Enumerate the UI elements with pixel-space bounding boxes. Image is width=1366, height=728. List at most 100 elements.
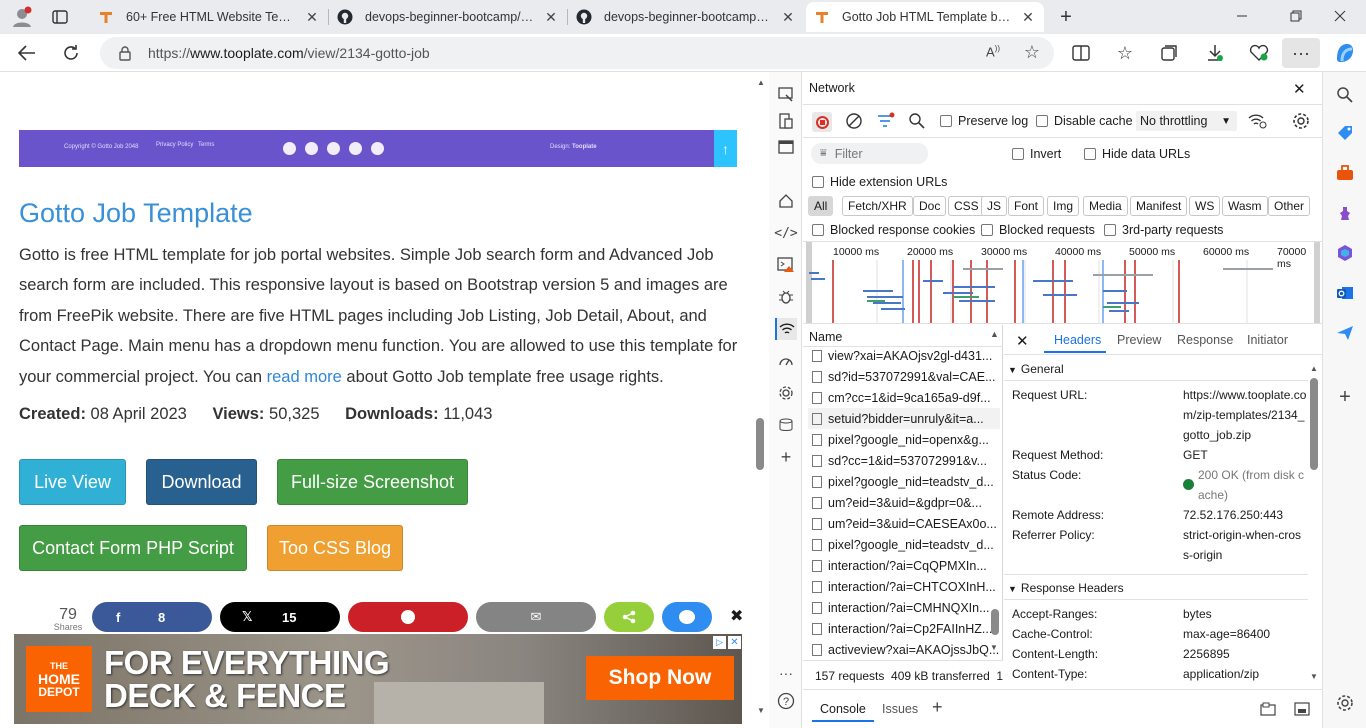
dock-drawer-icon[interactable] bbox=[1260, 702, 1276, 716]
request-row[interactable]: view?xai=AKAOjsv2gl-d431... bbox=[808, 345, 1000, 366]
sidebar-outlook-button[interactable] bbox=[1334, 282, 1356, 304]
filter-chip-js[interactable]: JS bbox=[981, 196, 1008, 216]
sidebar-search-button[interactable] bbox=[1334, 84, 1356, 106]
filter-chip-ws[interactable]: WS bbox=[1189, 196, 1221, 216]
tab-templates[interactable]: 60+ Free HTML Website Templat ✕ bbox=[90, 2, 328, 32]
lock-icon[interactable] bbox=[118, 45, 132, 61]
general-section-header[interactable]: ▼ General bbox=[1008, 362, 1064, 376]
detail-scrollbar-thumb[interactable] bbox=[1310, 378, 1318, 470]
invert-checkbox[interactable]: Invert bbox=[1012, 147, 1061, 161]
new-tab-button[interactable]: + bbox=[1054, 6, 1078, 28]
filter-chip-css[interactable]: CSS bbox=[948, 196, 985, 216]
throttling-select[interactable]: No throttling ▼ bbox=[1136, 111, 1237, 131]
downloads-button[interactable] bbox=[1204, 42, 1226, 64]
minimize-button[interactable] bbox=[1232, 6, 1252, 26]
request-row[interactable]: cm?cc=1&id=9ca165a9-d9f... bbox=[808, 387, 1000, 408]
copilot-button[interactable] bbox=[1332, 40, 1358, 66]
console-tool-icon[interactable] bbox=[775, 254, 797, 276]
scroll-down-arrow-icon[interactable]: ▼ bbox=[757, 706, 765, 715]
request-row[interactable]: sd?id=537072991&val=CAE... bbox=[808, 366, 1000, 387]
favorites-button[interactable]: ☆ bbox=[1114, 42, 1136, 64]
request-list-scrollbar[interactable]: ▼ bbox=[990, 347, 1000, 657]
sharethis-button[interactable] bbox=[604, 602, 654, 632]
close-tab-icon[interactable]: ✕ bbox=[304, 9, 320, 26]
sidebar-tools-button[interactable] bbox=[1334, 162, 1356, 184]
request-row[interactable]: pixel?google_nid=openx&g... bbox=[808, 429, 1000, 450]
contact-form-php-button[interactable]: Contact Form PHP Script bbox=[19, 525, 247, 571]
add-drawer-tab-icon[interactable]: + bbox=[932, 697, 943, 718]
refresh-button[interactable] bbox=[60, 42, 82, 64]
network-settings-button[interactable] bbox=[1292, 112, 1310, 130]
maximize-drawer-icon[interactable] bbox=[1294, 702, 1310, 716]
network-overview-timeline[interactable]: 10000 ms 20000 ms 30000 ms 40000 ms 5000… bbox=[803, 241, 1322, 324]
close-tab-icon[interactable]: ✕ bbox=[780, 9, 796, 26]
advertisement-banner[interactable]: THE HOME DEPOT FOR EVERYTHING DECK & FEN… bbox=[14, 634, 742, 724]
hide-extension-urls-checkbox[interactable]: Hide extension URLs bbox=[812, 175, 947, 189]
live-view-button[interactable]: Live View bbox=[19, 459, 126, 505]
filter-chip-all[interactable]: All bbox=[808, 196, 834, 216]
split-screen-button[interactable] bbox=[1070, 42, 1092, 64]
sidebar-add-button[interactable]: + bbox=[1334, 386, 1356, 408]
drawer-tab-console[interactable]: Console bbox=[820, 702, 866, 716]
help-icon[interactable]: ? bbox=[775, 690, 797, 712]
dock-panel-icon[interactable] bbox=[775, 136, 797, 158]
back-button[interactable] bbox=[16, 42, 38, 64]
close-detail-pane-icon[interactable]: ✕ bbox=[1016, 332, 1029, 350]
filter-chip-fetch-xhr[interactable]: Fetch/XHR bbox=[842, 196, 913, 216]
filter-input[interactable]: ⩸ Filter bbox=[811, 143, 928, 164]
adchoices-icon[interactable]: ▷ bbox=[713, 636, 726, 649]
filter-chip-media[interactable]: Media bbox=[1083, 196, 1128, 216]
filter-chip-font[interactable]: Font bbox=[1008, 196, 1045, 216]
request-row[interactable]: interaction/?ai=CMHNQXIn... bbox=[808, 597, 1000, 618]
scroll-up-arrow-icon[interactable]: ▲ bbox=[1310, 364, 1318, 373]
device-emulation-icon[interactable] bbox=[775, 110, 797, 132]
welcome-home-icon[interactable] bbox=[775, 190, 797, 212]
close-share-bar-icon[interactable]: ✖ bbox=[730, 606, 743, 626]
read-aloud-icon[interactable]: A)) bbox=[986, 44, 1000, 59]
sidebar-microsoft365-button[interactable] bbox=[1334, 242, 1356, 264]
elements-tool-icon[interactable]: </> bbox=[774, 222, 797, 244]
drawer-tab-issues[interactable]: Issues bbox=[882, 702, 918, 716]
tab-actions-button[interactable] bbox=[50, 7, 70, 27]
restore-button[interactable] bbox=[1286, 6, 1306, 26]
blocked-cookies-checkbox[interactable]: Blocked response cookies bbox=[812, 223, 975, 237]
close-tab-icon[interactable]: ✕ bbox=[543, 9, 559, 26]
application-storage-icon[interactable] bbox=[775, 414, 797, 436]
inspect-element-icon[interactable] bbox=[775, 84, 797, 106]
request-row[interactable]: interaction/?ai=CHTCOXInH... bbox=[808, 576, 1000, 597]
tab-headers[interactable]: Headers bbox=[1054, 333, 1101, 347]
third-party-checkbox[interactable]: 3rd-party requests bbox=[1104, 223, 1223, 237]
settings-gear-icon[interactable] bbox=[775, 382, 797, 404]
filter-chip-other[interactable]: Other bbox=[1268, 196, 1311, 216]
blocked-requests-checkbox[interactable]: Blocked requests bbox=[981, 223, 1095, 237]
x-share-button[interactable]: 𝕏 15 bbox=[220, 602, 340, 632]
page-scrollbar-thumb[interactable] bbox=[756, 418, 764, 470]
sort-ascending-icon[interactable]: ▲ bbox=[990, 329, 999, 339]
sources-debug-icon[interactable] bbox=[775, 286, 797, 308]
more-tools-icon[interactable]: ··· bbox=[775, 662, 797, 684]
request-row[interactable]: interaction/?ai=CqQPMXIn... bbox=[808, 555, 1000, 576]
request-row[interactable]: interaction/?ai=Cp2FAIInHZ... bbox=[808, 618, 1000, 639]
messenger-share-button[interactable] bbox=[662, 602, 712, 632]
request-row[interactable]: pixel?google_nid=teadstv_d... bbox=[808, 471, 1000, 492]
read-more-link[interactable]: read more bbox=[267, 368, 342, 386]
request-row[interactable]: um?eid=3&uid=&gdpr=0&... bbox=[808, 492, 1000, 513]
network-conditions-button[interactable] bbox=[1248, 112, 1268, 130]
filter-chip-wasm[interactable]: Wasm bbox=[1222, 196, 1268, 216]
response-headers-section-header[interactable]: ▼ Response Headers bbox=[1008, 581, 1124, 595]
tab-gotto-job[interactable]: Gotto Job HTML Template by Too ✕ bbox=[806, 2, 1044, 32]
sidebar-games-button[interactable] bbox=[1334, 202, 1356, 224]
tab-initiator[interactable]: Initiator bbox=[1247, 333, 1288, 347]
settings-more-button[interactable]: ··· bbox=[1282, 38, 1320, 68]
scroll-up-arrow-icon[interactable]: ▲ bbox=[757, 78, 765, 87]
record-button[interactable] bbox=[812, 112, 832, 132]
facebook-share-button[interactable]: f8 bbox=[92, 602, 212, 632]
clear-log-button[interactable] bbox=[845, 112, 863, 130]
scroll-down-arrow-icon[interactable]: ▼ bbox=[990, 643, 998, 652]
shop-now-button[interactable]: Shop Now bbox=[586, 656, 734, 700]
request-list-scrollbar-thumb[interactable] bbox=[991, 609, 999, 635]
filter-chip-doc[interactable]: Doc bbox=[913, 196, 947, 216]
request-row[interactable]: sd?cc=1&id=537072991&v... bbox=[808, 450, 1000, 471]
request-row[interactable]: activeview?xai=AKAOjssJbQ... bbox=[808, 639, 1000, 660]
page-scrollbar[interactable]: ▲ ▼ bbox=[754, 72, 768, 728]
